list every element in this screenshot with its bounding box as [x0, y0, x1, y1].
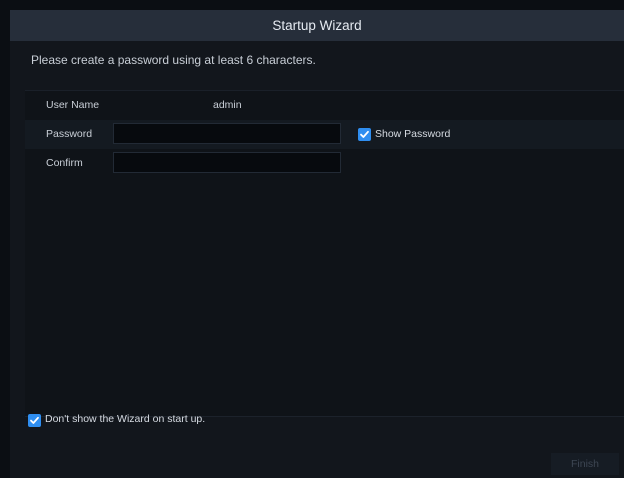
show-password-label[interactable]: Show Password: [375, 128, 450, 140]
password-label: Password: [46, 128, 93, 140]
window-title: Startup Wizard: [272, 18, 362, 33]
dont-show-wizard-checkbox[interactable]: [28, 414, 41, 427]
checkmark-icon: [360, 130, 369, 138]
dont-show-wizard-label[interactable]: Don't show the Wizard on start up.: [45, 413, 205, 425]
password-field[interactable]: [113, 123, 341, 144]
confirm-label: Confirm: [46, 157, 83, 169]
user-name-label: User Name: [46, 99, 100, 111]
confirm-field[interactable]: [113, 152, 341, 173]
password-row: Password Show Password: [25, 120, 624, 149]
show-password-checkbox[interactable]: [358, 128, 371, 141]
finish-button[interactable]: Finish: [551, 453, 619, 475]
startup-wizard-window: Startup Wizard Please create a password …: [10, 10, 624, 478]
checkmark-icon: [30, 416, 39, 424]
confirm-row: Confirm: [25, 149, 624, 178]
user-name-row: User Name admin: [25, 91, 624, 120]
credentials-panel: User Name admin Password Show Password C…: [25, 90, 624, 417]
title-bar: Startup Wizard: [10, 10, 624, 41]
user-name-value: admin: [213, 99, 242, 111]
instruction-text: Please create a password using at least …: [31, 53, 316, 67]
